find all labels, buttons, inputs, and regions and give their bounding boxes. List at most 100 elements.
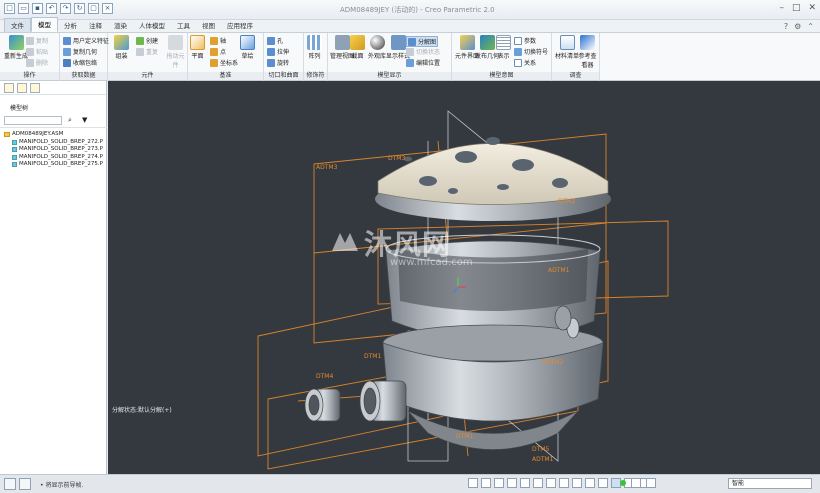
delete-button[interactable]: 删除 — [26, 58, 48, 67]
switch-symbols-button[interactable]: 切换符号 — [514, 47, 548, 56]
open-icon[interactable]: ▭ — [18, 3, 29, 14]
filter-icon[interactable]: ▼ — [82, 116, 87, 124]
user-feature-button[interactable]: 用户定义特征 — [63, 36, 109, 45]
tab-right-controls: ? ⚙ ⌃ — [784, 22, 814, 31]
datum-display-icon[interactable] — [559, 478, 569, 488]
tree-item-part[interactable]: MANIFOLD_SOLID_BREP_273.P — [4, 146, 103, 154]
hole-icon — [267, 36, 275, 45]
view-manager-icon[interactable] — [546, 478, 556, 488]
tree-item-part[interactable]: MANIFOLD_SOLID_BREP_275.P — [4, 161, 103, 169]
graphics-viewport[interactable]: ADTM3 DTM3 DTM2 ADTM1 DTM1 ADTM2 DTM4 DT… — [108, 81, 820, 474]
copy-button[interactable]: 复制 — [26, 36, 48, 45]
selection-filter-select[interactable]: 智能 — [728, 478, 812, 489]
collapse-ribbon-icon[interactable]: ⌃ — [807, 22, 814, 31]
tab-7[interactable]: 视图 — [196, 19, 221, 32]
point-button[interactable]: 点 — [210, 47, 226, 56]
csys-button[interactable]: 坐标系 — [210, 58, 238, 67]
refit-icon[interactable] — [468, 478, 478, 488]
undo-icon[interactable]: ↶ — [46, 3, 57, 14]
drag-components-button[interactable]: 拖动元件 — [164, 35, 187, 69]
tree-search-input[interactable] — [4, 116, 62, 125]
hole-button[interactable]: 孔 — [267, 36, 283, 45]
tree-item-assembly[interactable]: ADM08489JEY.ASM — [4, 131, 103, 139]
toggle-navigator-icon[interactable] — [4, 478, 16, 490]
relations-icon — [514, 58, 522, 67]
new-icon[interactable]: □ — [4, 3, 15, 14]
status-bar-toggles — [4, 478, 31, 490]
toggle-status-button[interactable]: 切换状态 — [406, 47, 440, 56]
binoculars-icon[interactable]: ⌕ — [68, 116, 72, 125]
switch-symbols-icon — [514, 47, 522, 56]
edit-position-icon — [406, 58, 414, 67]
status-message: • 将显示前导帧. — [40, 482, 84, 489]
find-icon[interactable] — [646, 478, 656, 488]
display-style-icon[interactable] — [533, 478, 543, 488]
tree-item-label: MANIFOLD_SOLID_BREP_273.P — [19, 146, 103, 152]
paste-icon — [26, 47, 34, 56]
redo-icon[interactable]: ↷ — [60, 3, 71, 14]
tab-3[interactable]: 注释 — [83, 19, 108, 32]
folder-browser-tab-icon[interactable] — [17, 82, 27, 93]
create-button[interactable]: 创建 — [136, 36, 158, 45]
group-label-get-data: 获取数据 — [60, 72, 107, 80]
model-tree-panel: 模型树 ⌕ ▼ ADM08489JEY.ASM MANIFOLD_SOLID_BR… — [0, 81, 107, 474]
maximize-icon[interactable]: □ — [792, 3, 801, 13]
favorites-tab-icon[interactable] — [30, 82, 40, 93]
tree-item-part[interactable]: MANIFOLD_SOLID_BREP_274.P — [4, 154, 103, 162]
revolve-icon — [267, 58, 275, 67]
tab-0[interactable]: 文件 — [4, 18, 31, 32]
reference-viewer-button[interactable]: 参考查看器 — [576, 35, 599, 69]
save-icon[interactable]: ▪ — [32, 3, 43, 14]
group-component: 组装 创建 重复 拖动元件 元件 — [108, 33, 188, 81]
regenerate-button[interactable]: 重新生成 — [4, 35, 28, 60]
tab-1[interactable]: 模型 — [31, 17, 58, 32]
parameters-button[interactable]: 参数 — [514, 36, 536, 45]
group-label-datum: 基准 — [188, 72, 263, 80]
zoom-out-icon[interactable] — [494, 478, 504, 488]
pattern-button[interactable]: 阵列 — [307, 35, 322, 60]
minimize-icon[interactable]: – — [779, 3, 784, 13]
close-icon[interactable]: ✕ — [808, 3, 816, 13]
model-tree-tab-icon[interactable] — [4, 82, 14, 93]
group-label-model-intent: 模型意图 — [452, 72, 551, 80]
appearance-gallery-button[interactable]: 外观库 — [368, 35, 386, 60]
tab-4[interactable]: 渲染 — [108, 19, 133, 32]
zoom-in-icon[interactable] — [481, 478, 491, 488]
toggle-browser-icon[interactable] — [19, 478, 31, 490]
saved-orientations-icon[interactable] — [520, 478, 530, 488]
tab-6[interactable]: 工具 — [171, 19, 196, 32]
window-icon[interactable]: ▢ — [88, 3, 99, 14]
title-bar: □ ▭ ▪ ↶ ↷ ↻ ▢ × ADM08489JEY (活动的) - Creo… — [0, 0, 820, 20]
tab-2[interactable]: 分析 — [58, 19, 83, 32]
table-button[interactable]: 表示 — [496, 35, 511, 60]
shrinkwrap-button[interactable]: 收缩包络 — [63, 58, 97, 67]
tab-5[interactable]: 人体模型 — [133, 19, 171, 32]
extrude-button[interactable]: 拉伸 — [267, 47, 289, 56]
sketch-button[interactable]: 草绘 — [240, 35, 255, 60]
section-button[interactable]: 截面 — [350, 35, 365, 60]
select-mode-icon[interactable] — [631, 478, 641, 488]
spin-center-icon[interactable] — [572, 478, 582, 488]
tree-item-part[interactable]: MANIFOLD_SOLID_BREP_272.P — [4, 139, 103, 147]
appearance-icon[interactable] — [598, 478, 608, 488]
paste-button[interactable]: 粘贴 — [26, 47, 48, 56]
annotation-display-icon[interactable] — [585, 478, 595, 488]
repeat-button[interactable]: 重复 — [136, 47, 158, 56]
tab-8[interactable]: 应用程序 — [221, 19, 259, 32]
revolve-button[interactable]: 旋转 — [267, 58, 289, 67]
axis-icon — [210, 36, 218, 45]
axis-button[interactable]: 轴 — [210, 36, 226, 45]
edit-position-button[interactable]: 编辑位置 — [406, 58, 440, 67]
regen-status-icon — [620, 480, 626, 486]
options-icon[interactable]: ⚙ — [794, 22, 801, 31]
repaint-icon[interactable] — [507, 478, 517, 488]
relations-button[interactable]: 关系 — [514, 58, 536, 67]
assemble-button[interactable]: 组装 — [114, 35, 129, 60]
help-icon[interactable]: ? — [784, 22, 788, 31]
plane-button[interactable]: 平面 — [190, 35, 205, 60]
regenerate-icon[interactable]: ↻ — [74, 3, 85, 14]
copy-geometry-button[interactable]: 复制几何 — [63, 47, 97, 56]
explode-view-button[interactable]: 分解图 — [406, 36, 439, 47]
group-model-display: 管理视图 截面 外观库 显示样式 分解图 切换状态 编辑位置 模型显示 — [328, 33, 452, 81]
close-window-icon[interactable]: × — [102, 3, 113, 14]
